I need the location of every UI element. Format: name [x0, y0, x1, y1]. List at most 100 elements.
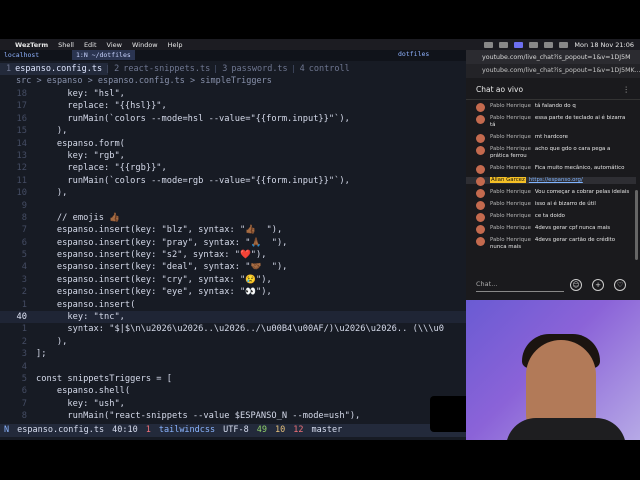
- menu-edit[interactable]: Edit: [79, 41, 102, 49]
- control-center-icon[interactable]: [559, 41, 569, 48]
- avatar[interactable]: [476, 146, 485, 155]
- code-text: key: "tnc",: [36, 312, 125, 323]
- chat-message[interactable]: Pablo Henrique mt hardcore: [466, 134, 636, 143]
- more-icon[interactable]: ⋮: [623, 80, 631, 100]
- code-line[interactable]: 11 runMain(`colors --mode=rgb --value="{…: [0, 175, 466, 187]
- chat-author[interactable]: Pablo Henrique: [490, 237, 531, 243]
- code-line[interactable]: 1 espanso.insert(: [0, 299, 466, 311]
- avatar[interactable]: [476, 115, 485, 124]
- code-line[interactable]: 17 replace: "{{hsl}}",: [0, 100, 466, 112]
- mode-indicator: N: [4, 425, 10, 435]
- search-icon[interactable]: [544, 41, 554, 48]
- avatar[interactable]: [476, 103, 485, 112]
- chat-author[interactable]: Allan Garcez: [490, 177, 526, 183]
- code-line[interactable]: 7 espanso.insert(key: "blz", syntax: "👍🏾…: [0, 224, 466, 236]
- code-line[interactable]: 6 espanso.shell(: [0, 385, 466, 397]
- code-line[interactable]: 9: [0, 200, 466, 212]
- code-line[interactable]: 7 key: "ush",: [0, 398, 466, 410]
- chat-scrollbar[interactable]: [635, 190, 638, 260]
- chat-input[interactable]: Chat...: [476, 277, 564, 292]
- menu-shell[interactable]: Shell: [53, 41, 79, 49]
- avatar[interactable]: [476, 177, 485, 186]
- code-line[interactable]: 15 ),: [0, 125, 466, 137]
- tab-label: react-snippets.ts: [123, 64, 211, 74]
- chat-author[interactable]: Pablo Henrique: [490, 103, 531, 109]
- code-text: espanso.insert(key: "eye", syntax: "👀"),: [36, 287, 272, 298]
- chat-author[interactable]: Pablo Henrique: [490, 134, 531, 140]
- menu-help[interactable]: Help: [163, 41, 188, 49]
- chat-message[interactable]: Pablo Henrique Fica muito mecânico, autom…: [466, 165, 636, 174]
- code-line[interactable]: 14 espanso.form(: [0, 138, 466, 150]
- chat-link[interactable]: https://espanso.org/: [529, 177, 583, 183]
- code-line[interactable]: 5 const snippetsTriggers = [: [0, 373, 466, 385]
- chat-message[interactable]: Pablo Henrique tá falando do q: [466, 103, 636, 112]
- code-line[interactable]: 18 key: "hsl",: [0, 88, 466, 100]
- code-line[interactable]: 1 syntax: "$|$\n\u2026\u2026..\u2026../\…: [0, 323, 466, 335]
- chat-message[interactable]: Pablo Henrique ce ta doido: [466, 213, 636, 222]
- line-number: 10: [16, 188, 27, 199]
- address-bar[interactable]: youtube.com/live_chat?is_popout=1&v=1DJ5…: [466, 64, 640, 78]
- code-line[interactable]: 5 espanso.insert(key: "s2", syntax: "❤️"…: [0, 249, 466, 261]
- chat-message[interactable]: Pablo Henrique Vou começar a cobrar pelas…: [466, 189, 636, 198]
- record-icon[interactable]: [484, 41, 494, 48]
- code-line[interactable]: 8 // emojis 👍🏾: [0, 212, 466, 224]
- code-line[interactable]: 3];: [0, 348, 466, 360]
- code-line[interactable]: 8 runMain("react-snippets --value $ESPAN…: [0, 410, 466, 422]
- wifi-icon[interactable]: [529, 41, 539, 48]
- chat-author[interactable]: Pablo Henrique: [490, 189, 531, 195]
- chat-message[interactable]: Allan Garcez https://espanso.org/: [466, 177, 636, 186]
- code-line[interactable]: 2 ),: [0, 336, 466, 348]
- code-line[interactable]: 12 replace: "{{rgb}}",: [0, 162, 466, 174]
- code-line[interactable]: 4 espanso.insert(key: "deal", syntax: "🤝…: [0, 261, 466, 273]
- avatar[interactable]: [476, 237, 485, 246]
- code-editor[interactable]: 18 key: "hsl", 17 replace: "{{hsl}}", 16 r…: [0, 88, 466, 428]
- chat-message[interactable]: Pablo Henrique acho que gdo o cara pega a…: [466, 146, 636, 160]
- screen-icon[interactable]: [514, 41, 524, 48]
- tab-espanso-config[interactable]: 1 espanso.config.ts: [0, 63, 109, 75]
- code-line[interactable]: 6 espanso.insert(key: "pray", syntax: "🙏…: [0, 237, 466, 249]
- avatar[interactable]: [476, 189, 485, 198]
- code-text: const snippetsTriggers = [: [36, 373, 172, 384]
- line-number: 7: [21, 225, 27, 236]
- chat-message[interactable]: Pablo Henrique essa parte de teclado ai é…: [466, 115, 636, 129]
- avatar[interactable]: [476, 201, 485, 210]
- emoji-icon[interactable]: ☺: [570, 279, 582, 291]
- tab-react-snippets[interactable]: 2 react-snippets.ts: [108, 63, 217, 75]
- chat-author[interactable]: Pablo Henrique: [490, 146, 531, 152]
- avatar[interactable]: [476, 165, 485, 174]
- avatar[interactable]: [476, 213, 485, 222]
- chat-author[interactable]: Pablo Henrique: [490, 213, 531, 219]
- app-menu[interactable]: WezTerm: [10, 41, 53, 49]
- tab-password[interactable]: 3 password.ts: [216, 63, 294, 75]
- chat-author[interactable]: Pablo Henrique: [490, 165, 531, 171]
- code-line[interactable]: 40 key: "tnc",: [0, 311, 466, 324]
- code-text: // emojis 👍🏾: [36, 212, 121, 223]
- code-line[interactable]: 13 key: "rgb",: [0, 150, 466, 162]
- code-line[interactable]: 2 espanso.insert(key: "eye", syntax: "👀"…: [0, 286, 466, 298]
- clock[interactable]: Mon 18 Nov 21:06: [574, 41, 634, 49]
- avatar[interactable]: [476, 225, 485, 234]
- add-icon[interactable]: +: [592, 279, 604, 291]
- code-line[interactable]: 3 espanso.insert(key: "cry", syntax: "😢"…: [0, 274, 466, 286]
- avatar[interactable]: [476, 134, 485, 143]
- chat-message[interactable]: Pablo Henrique isso ai é bizarro de útil: [466, 201, 636, 210]
- chat-author[interactable]: Pablo Henrique: [490, 115, 531, 121]
- battery-icon[interactable]: [499, 41, 509, 48]
- code-line[interactable]: 4: [0, 361, 466, 373]
- code-line[interactable]: 10 ),: [0, 187, 466, 199]
- code-line[interactable]: 16 runMain(`colors --mode=hsl --value="{…: [0, 113, 466, 125]
- status-icons: Mon 18 Nov 21:06: [484, 41, 640, 49]
- menu-view[interactable]: View: [102, 41, 127, 49]
- chat-author[interactable]: Pablo Henrique: [490, 225, 531, 231]
- chat-author[interactable]: Pablo Henrique: [490, 201, 531, 207]
- chat-message[interactable]: Pablo Henrique 4devs gerar cartão de créd…: [466, 237, 636, 251]
- browser-tab[interactable]: youtube.com/live_chat?is_popout=1&v=1DJ5…: [466, 52, 630, 63]
- line-number: 8: [21, 411, 27, 422]
- tab-controll[interactable]: 4 controll: [294, 63, 356, 75]
- webcam-overlay: [466, 300, 640, 440]
- chat-message[interactable]: Pablo Henrique 4devs gerar cpf nunca mais: [466, 225, 636, 234]
- heart-icon[interactable]: ♡: [614, 279, 626, 291]
- menu-window[interactable]: Window: [127, 41, 163, 49]
- terminal-tab[interactable]: 1:N ~/dotfiles: [72, 50, 135, 60]
- chat-title[interactable]: Chat ao vivo: [476, 85, 523, 94]
